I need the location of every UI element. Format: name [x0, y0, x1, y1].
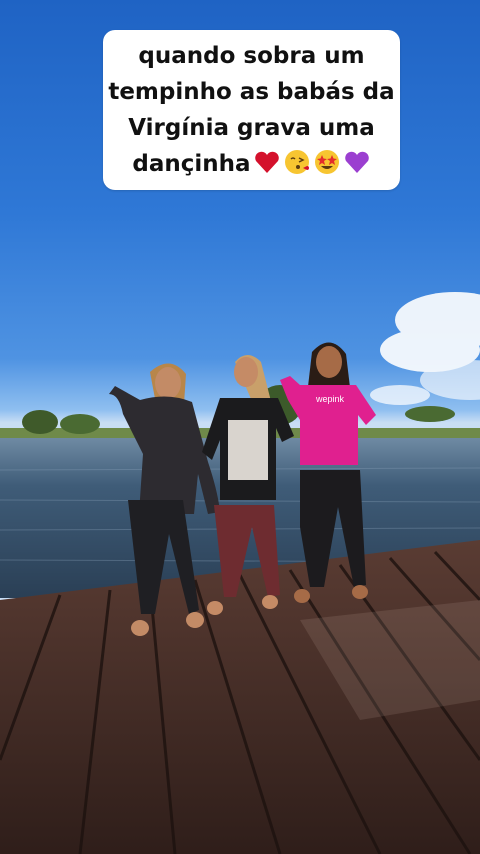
caption-line-4-text: dançinha: [132, 151, 251, 177]
video-frame: wepink quando sobra um tempinho as babás…: [0, 0, 480, 854]
caption-box: quando sobra um tempinho as babás da Vir…: [103, 30, 400, 190]
star-struck-icon: [314, 150, 339, 174]
caption-line-4: dançinha: [132, 146, 370, 182]
caption-line-2: tempinho as babás da: [108, 79, 395, 105]
caption-line-1: quando sobra um: [138, 43, 365, 69]
red-heart-icon: [254, 151, 279, 173]
caption-line-3: Virgínia grava uma: [128, 115, 375, 141]
shirt-logo-text: wepink: [315, 394, 345, 404]
purple-heart-icon: [344, 151, 369, 173]
face-blowing-kiss-icon: [284, 150, 309, 174]
clouds: [370, 292, 480, 405]
